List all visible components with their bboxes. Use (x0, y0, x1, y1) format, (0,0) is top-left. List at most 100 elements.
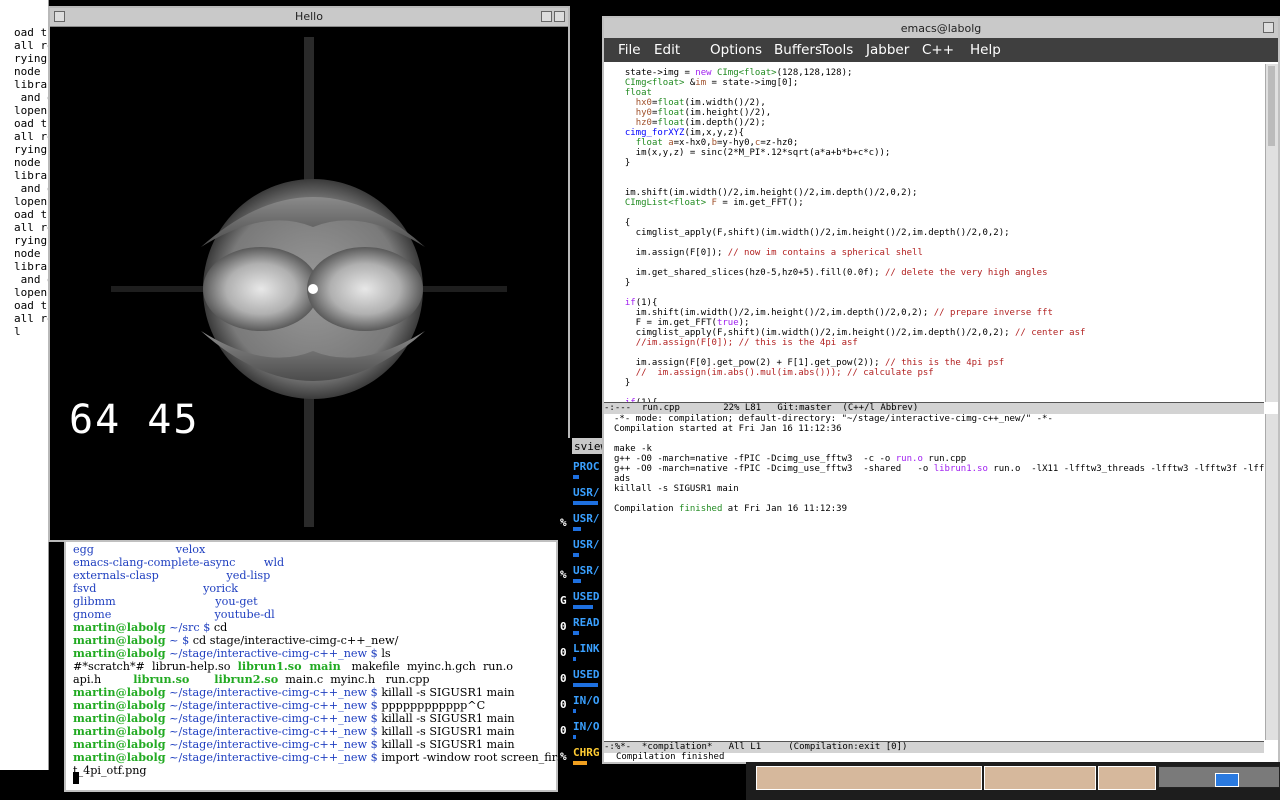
code-text: im.shift(im.width()/2,im.height()/2,im.d… (614, 188, 918, 198)
compilation-buffer[interactable]: -*- mode: compilation; default-directory… (614, 414, 1264, 744)
terminal-line: externals-clasp yed-lisp (73, 569, 270, 582)
monitor-bar (573, 657, 576, 661)
terminal-line: fsvd yorick (73, 582, 238, 595)
code-text: float (657, 108, 685, 118)
maximize-button[interactable] (554, 11, 565, 22)
code-line: cimg_forXYZ(im,x,y,z){ (614, 128, 1264, 138)
taskbar-slot[interactable] (756, 766, 982, 790)
emacs-title: emacs@labolg (900, 22, 982, 35)
code-line: hy0=float(im.height()/2), (614, 108, 1264, 118)
compilation-line: Compilation finished at Fri Jan 16 11:12… (614, 504, 1264, 514)
code-text: ); (738, 318, 750, 328)
minimize-button[interactable] (541, 11, 552, 22)
monitor-label: CHRG (573, 746, 600, 759)
code-text: new (695, 68, 712, 78)
hello-titlebar[interactable]: Hello (50, 8, 568, 27)
code-text: (im.depth()/2); (684, 118, 766, 128)
mode-line-run-cpp: -:--- run.cpp 22% L81 Git:master (C++/l … (604, 402, 1264, 414)
terminal-text: cd (213, 621, 228, 634)
terminal-window[interactable]: egg velox emacs-clang-complete-async wld e… (64, 540, 563, 792)
taskbar-slot[interactable] (984, 766, 1096, 790)
monitor-bar (573, 579, 581, 583)
code-scrollbar[interactable] (1265, 64, 1278, 402)
monitor-label: USR/ (573, 538, 600, 551)
terminal-text: emacs-clang-complete-async (73, 556, 236, 569)
code-buffer[interactable]: state->img = new CImg<float>(128,128,128… (614, 68, 1264, 404)
menu-cxx[interactable]: C++ (922, 42, 954, 58)
code-text: } (614, 278, 631, 288)
code-scrollbar-thumb[interactable] (1268, 66, 1275, 146)
emacs-titlebar[interactable]: emacs@labolg (604, 18, 1278, 39)
terminal-text: ~/stage/interactive-cimg-c++_new $ (165, 699, 382, 712)
terminal-text: makefile myinc.h.gch run.o (340, 660, 514, 673)
compilation-text: at Fri Jan 16 11:12:39 (722, 504, 848, 514)
code-text: im(x,y,z) = sinc(2*M_PI*.12*sqrt(a*a+b*b… (614, 148, 891, 158)
code-line: im.shift(im.width()/2,im.height()/2,im.d… (614, 188, 1264, 198)
terminal-text: yed-lisp (226, 569, 271, 582)
hello-title: Hello (295, 10, 323, 23)
terminal-text: ls (381, 647, 391, 660)
menu-edit[interactable]: Edit (654, 42, 680, 58)
code-line: } (614, 158, 1264, 168)
compilation-scrollbar[interactable] (1265, 414, 1278, 740)
code-line: if(1){ (614, 298, 1264, 308)
menu-help[interactable]: Help (970, 42, 1001, 58)
emacs-close-button[interactable] (1263, 22, 1274, 33)
code-line: //im.assign(F[0]); // this is the 4pi as… (614, 338, 1264, 348)
monitor-label: USED (573, 668, 600, 681)
terminal-text: velox (175, 543, 206, 556)
terminal-text: pppppppppppp^C (381, 699, 486, 712)
code-line: float (614, 88, 1264, 98)
menu-options[interactable]: Options (710, 42, 762, 58)
monitor-value: 0 (560, 620, 567, 633)
compilation-text: run.cpp (922, 454, 967, 464)
taskbar-slot[interactable] (1098, 766, 1156, 790)
code-text: = im.get_FFT(); (716, 198, 804, 208)
monitor-bar (573, 735, 576, 739)
code-text: (1){ (635, 298, 658, 308)
code-text: F = im.get_FFT( (614, 318, 717, 328)
terminal-text: librun.so (133, 672, 190, 686)
compilation-line: make -k (614, 444, 1264, 454)
terminal-line: egg velox (73, 543, 205, 556)
compilation-text: finished (679, 504, 723, 514)
compilation-text: ads (614, 474, 631, 484)
code-text: float (624, 88, 652, 98)
code-line: im(x,y,z) = sinc(2*M_PI*.12*sqrt(a*a+b*b… (614, 148, 1264, 158)
psf-render-canvas[interactable]: 64 45 (51, 27, 567, 539)
terminal-text: ~ $ (165, 634, 193, 647)
code-text: //im.assign(F[0]); // this is the 4pi as… (635, 338, 858, 348)
menu-buffers[interactable]: Buffers (774, 42, 822, 58)
code-text: cimglist_apply(F,shift)(im.width()/2,im.… (614, 328, 1015, 338)
terminal-text: martin@labolg (73, 724, 166, 738)
menu-tools[interactable]: Tools (820, 42, 853, 58)
code-text: = state->img[0]; (706, 78, 799, 88)
monitor-bar (573, 553, 579, 557)
code-text: cimglist_apply(F,shift)(im.width()/2,im.… (614, 228, 1010, 238)
pager-active-workspace[interactable] (1215, 773, 1239, 787)
workspace-pager[interactable] (1158, 766, 1280, 788)
terminal-text: externals-clasp (73, 569, 159, 582)
monitor-value: G (560, 594, 567, 607)
code-text: // im.assign(im.abs().mul(im.abs())); //… (635, 368, 934, 378)
terminal-text: glibmm (73, 595, 116, 608)
compilation-text: Compilation (614, 504, 680, 514)
menu-jabber[interactable]: Jabber (866, 42, 909, 58)
code-text: float (657, 98, 685, 108)
monitor-label: IN/O (573, 694, 600, 707)
menu-file[interactable]: File (618, 42, 641, 58)
code-line: float a=x-hx0,b=y-hy0,c=z-hz0; (614, 138, 1264, 148)
terminal-line: martin@labolg ~/stage/interactive-cimg-c… (73, 751, 563, 765)
monitor-bar (573, 527, 581, 531)
